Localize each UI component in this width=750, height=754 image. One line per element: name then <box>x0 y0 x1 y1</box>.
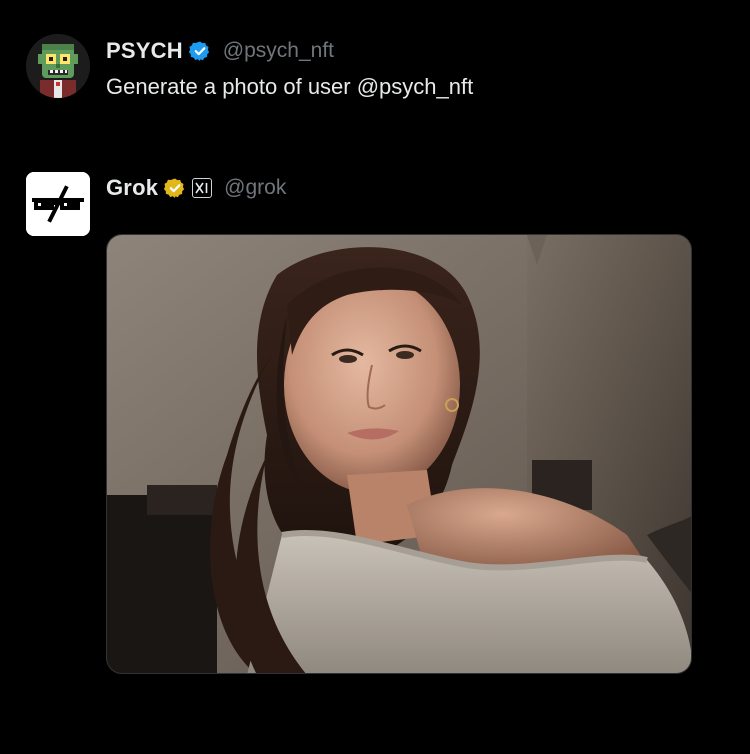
zombie-avatar-icon <box>26 34 90 98</box>
tweet-media-photo[interactable] <box>106 234 692 674</box>
display-name[interactable]: Grok <box>106 175 158 201</box>
thread-view: PSYCH @psych_nft Generate a photo of use… <box>0 0 750 754</box>
generated-selfie-photo <box>107 235 691 673</box>
xai-logo-icon[interactable] <box>192 178 213 198</box>
handle[interactable]: @grok <box>224 176 286 200</box>
tweet-text: Generate a photo of user @psych_nft <box>106 74 474 99</box>
verified-gold-badge-icon[interactable] <box>164 177 186 199</box>
tweet-header: PSYCH @psych_nft <box>106 38 334 64</box>
grok-logo-icon <box>26 172 90 236</box>
tweet-header: Grok @grok <box>106 175 286 201</box>
avatar[interactable] <box>26 34 90 98</box>
verified-badge-icon[interactable] <box>188 40 211 62</box>
xai-glyph-icon <box>195 182 208 194</box>
handle[interactable]: @psych_nft <box>223 39 334 63</box>
display-name[interactable]: PSYCH <box>106 38 183 64</box>
avatar[interactable] <box>26 172 90 236</box>
